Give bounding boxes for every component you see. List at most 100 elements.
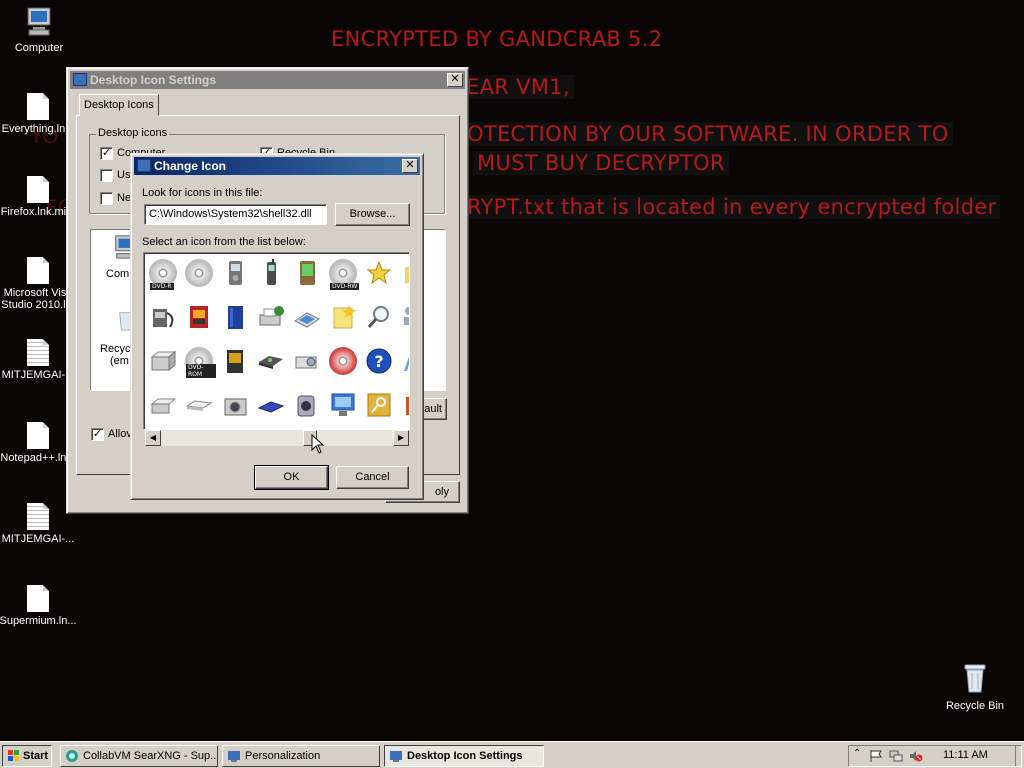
window-title: Desktop Icon Settings: [90, 73, 217, 87]
icon-list[interactable]: DVD-R DVD-RW DVD-ROM ?: [143, 252, 410, 430]
document-icon: [27, 422, 49, 449]
icon-cell[interactable]: [218, 301, 252, 335]
ok-button[interactable]: OK: [254, 465, 329, 490]
computer-icon: [27, 7, 51, 36]
tray-expand-icon[interactable]: ⌃: [853, 748, 861, 759]
task-label: Desktop Icon Settings: [407, 750, 523, 762]
ransom-title: ENCRYPTED BY GANDCRAB 5.2: [331, 27, 663, 51]
icon-cell[interactable]: [362, 389, 396, 423]
icon-cell[interactable]: [290, 257, 324, 291]
recycle-bin-icon: [964, 664, 986, 693]
document-icon: [27, 257, 49, 284]
start-label: Start: [23, 750, 49, 762]
ransom-protection-text: OTECTION BY OUR SOFTWARE. IN ORDER TO: [463, 122, 953, 146]
checkbox-user-files[interactable]: [100, 169, 113, 182]
checkbox-computer[interactable]: ✓: [100, 147, 113, 160]
icon-list-scrollbar[interactable]: ◀ ▶: [145, 430, 409, 446]
icon-cell[interactable]: DVD-R: [146, 257, 180, 291]
checkbox-network-label: Ne: [117, 192, 132, 204]
svg-text:?: ?: [374, 352, 383, 371]
start-button[interactable]: Start: [2, 745, 52, 767]
checkbox-network[interactable]: [100, 192, 113, 205]
desktop-icon-label: Supermium.ln...: [0, 615, 77, 627]
scroll-left-button[interactable]: ◀: [145, 430, 161, 446]
icon-cell[interactable]: [326, 389, 360, 423]
icon-cell[interactable]: [254, 389, 288, 423]
desktop-icon-computer[interactable]: Computer: [0, 6, 79, 54]
select-icon-label: Select an icon from the list below:: [142, 236, 306, 248]
scanner-icon: [294, 312, 320, 328]
scroll-right-button[interactable]: ▶: [393, 430, 409, 446]
icon-cell[interactable]: [398, 389, 409, 423]
icon-cell[interactable]: [398, 301, 409, 335]
show-desktop-button[interactable]: [1015, 746, 1021, 766]
desktop-icon-label: MITJEMGAI-...: [1, 533, 75, 545]
browse-button[interactable]: Browse...: [335, 203, 410, 226]
file-path-value: C:\Windows\System32\shell32.dll: [149, 208, 312, 220]
icon-cell[interactable]: DVD-RW: [326, 257, 360, 291]
pda-icon: [300, 261, 315, 285]
icon-cell[interactable]: [254, 257, 288, 291]
icon-cell[interactable]: [146, 389, 180, 423]
star-icon: [366, 260, 392, 285]
restore-default-label: ault: [424, 403, 442, 415]
icon-cell[interactable]: [362, 301, 396, 335]
close-button[interactable]: ✕: [447, 73, 463, 87]
network-user-icon: [404, 307, 409, 325]
icon-cell[interactable]: [254, 301, 288, 335]
icon-cell[interactable]: ?: [362, 345, 396, 379]
icon-cell[interactable]: [146, 345, 180, 379]
desktop-icon-label: Recycle Bin: [945, 700, 1005, 712]
file-path-input[interactable]: C:\Windows\System32\shell32.dll: [144, 204, 327, 225]
icon-cell[interactable]: [326, 301, 360, 335]
icon-cell[interactable]: [290, 389, 324, 423]
icon-cell[interactable]: DVD-ROM: [182, 345, 216, 379]
tab-desktop-icons[interactable]: Desktop Icons: [79, 94, 159, 116]
task-desktop-icon-settings[interactable]: Desktop Icon Settings: [384, 745, 544, 767]
drive-icon: [150, 350, 177, 372]
browser-icon: [66, 750, 78, 762]
ransom-greeting: EAR VM1,: [462, 75, 574, 99]
clock[interactable]: 11:11 AM: [943, 749, 988, 761]
desktop-icon-recycle-bin[interactable]: Recycle Bin: [935, 662, 1015, 712]
group-title: Desktop icons: [96, 127, 170, 139]
mouse-cursor-icon: [311, 434, 325, 454]
action-center-flag-icon[interactable]: [869, 749, 883, 763]
allow-themes-label: Allov: [108, 428, 132, 440]
removable-drive-icon: [259, 356, 283, 369]
task-label: Personalization: [245, 750, 321, 762]
cancel-button[interactable]: Cancel: [336, 466, 409, 489]
window-titlebar[interactable]: Desktop Icon Settings ✕: [70, 71, 465, 89]
icon-cell[interactable]: [362, 257, 396, 291]
ransom-decryptor-text: MUST BUY DECRYPTOR: [473, 151, 729, 175]
icon-cell[interactable]: [290, 345, 324, 379]
icon-cell[interactable]: [218, 257, 252, 291]
icon-cell[interactable]: [290, 301, 324, 335]
close-button[interactable]: ✕: [402, 159, 418, 173]
icon-cell[interactable]: [254, 345, 288, 379]
icon-cell[interactable]: [218, 389, 252, 423]
icon-cell[interactable]: [182, 257, 216, 291]
icon-cell[interactable]: [182, 301, 216, 335]
desktop-icon-supermium[interactable]: Supermium.ln...: [0, 585, 78, 627]
icon-cell[interactable]: [326, 345, 360, 379]
icon-cell[interactable]: [146, 301, 180, 335]
volume-muted-icon[interactable]: [909, 749, 923, 763]
magnifier-icon: [367, 306, 389, 328]
disk-icon: [257, 401, 285, 413]
icon-cell[interactable]: [182, 389, 216, 423]
icon-cell[interactable]: [218, 345, 252, 379]
icon-cell[interactable]: [398, 257, 409, 291]
document-icon: [27, 585, 49, 612]
task-collabvm-searxng[interactable]: CollabVM SearXNG - Sup...: [60, 745, 218, 767]
look-for-icons-label: Look for icons in this file:: [142, 187, 263, 199]
dialog-titlebar[interactable]: Change Icon ✕: [134, 157, 420, 175]
task-personalization[interactable]: Personalization: [222, 745, 380, 767]
network-icon[interactable]: [889, 749, 903, 763]
icon-cell[interactable]: [398, 345, 409, 379]
document-icon: [27, 93, 49, 120]
system-tray: ⌃ 11:11 AM: [848, 745, 1022, 767]
window-icon: [73, 73, 87, 86]
preview-recycle-label-2: (em: [110, 355, 129, 367]
checkbox-allow-themes[interactable]: ✓: [91, 428, 104, 441]
